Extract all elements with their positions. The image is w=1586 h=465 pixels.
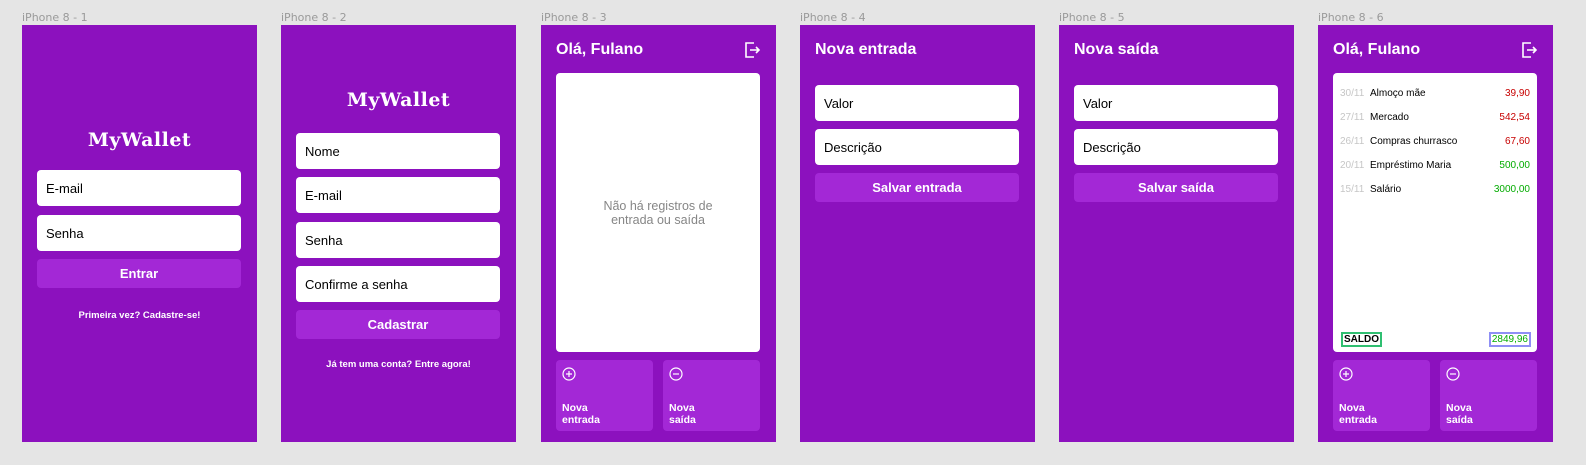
logout-icon[interactable] [743,41,761,59]
name-input[interactable]: Nome [296,133,500,169]
empty-message-line1: Não há registros de [603,199,713,213]
empty-message-line2: entrada ou saída [611,213,705,227]
record-date: 15/11 [1340,183,1365,195]
new-exit-line2: saída [669,414,696,426]
record-date: 26/11 [1340,135,1365,147]
record-value: 39,90 [1504,87,1530,99]
new-exit-screen: Nova saída Valor Descrição Salvar saída [1059,25,1294,442]
record-date: 30/11 [1340,87,1365,99]
frame-label-4: iPhone 8 - 4 [800,11,866,24]
balance-value: 2849,96 [1488,332,1531,347]
password-input[interactable]: Senha [37,215,241,251]
new-entry-button[interactable]: Nova entrada [1333,360,1430,431]
record-date: 27/11 [1340,111,1365,123]
signup-button[interactable]: Cadastrar [296,310,500,339]
new-entry-label: Nova entrada [1339,402,1419,426]
home-empty-screen: Olá, Fulano Não há registros de entrada … [541,25,776,442]
record-value: 3000,00 [1493,183,1530,195]
login-button[interactable]: Entrar [37,259,241,288]
greeting-title: Olá, Fulano [556,41,644,58]
records-panel: 30/11 Almoço mãe 39,90 27/11 Mercado 542… [1333,73,1537,352]
new-exit-button[interactable]: Nova saída [663,360,760,431]
record-description: Salário [1370,183,1402,195]
new-exit-line1: Nova [1446,402,1472,414]
password-input[interactable]: Senha [296,222,500,258]
record-value: 500,00 [1499,159,1530,171]
description-input[interactable]: Descrição [815,129,1019,165]
record-row: 30/11 Almoço mãe 39,90 [1340,86,1530,100]
page-title: Nova saída [1074,41,1159,58]
record-description: Compras churrasco [1370,135,1458,147]
new-exit-line2: saída [1446,414,1473,426]
email-input[interactable]: E-mail [296,177,500,213]
new-exit-label: Nova saída [669,402,749,426]
record-value: 67,60 [1504,135,1530,147]
greeting-title: Olá, Fulano [1333,41,1421,58]
record-row: 20/11 Empréstimo Maria 500,00 [1340,158,1530,172]
record-row: 27/11 Mercado 542,54 [1340,110,1530,124]
record-row: 15/11 Salário 3000,00 [1340,182,1530,196]
minus-circle-icon [669,367,683,381]
new-exit-label: Nova saída [1446,402,1526,426]
app-logo: MyWallet [87,129,192,151]
frame-label-6: iPhone 8 - 6 [1318,11,1384,24]
signup-link[interactable]: Primeira vez? Cadastre-se! [22,310,257,321]
value-input[interactable]: Valor [1074,85,1278,121]
record-row: 26/11 Compras churrasco 67,60 [1340,134,1530,148]
save-exit-button[interactable]: Salvar saída [1074,173,1278,202]
login-link[interactable]: Já tem uma conta? Entre agora! [281,359,516,370]
new-entry-line2: entrada [1339,414,1377,426]
empty-message: Não há registros de entrada ou saída [556,199,760,227]
description-input[interactable]: Descrição [1074,129,1278,165]
email-input[interactable]: E-mail [37,170,241,206]
page-title: Nova entrada [815,41,917,58]
record-description: Empréstimo Maria [1370,159,1452,171]
save-entry-button[interactable]: Salvar entrada [815,173,1019,202]
new-entry-line1: Nova [1339,402,1365,414]
frame-label-5: iPhone 8 - 5 [1059,11,1125,24]
frame-label-3: iPhone 8 - 3 [541,11,607,24]
logout-icon[interactable] [1520,41,1538,59]
records-panel: Não há registros de entrada ou saída [556,73,760,352]
record-date: 20/11 [1340,159,1365,171]
new-entry-line2: entrada [562,414,600,426]
minus-circle-icon [1446,367,1460,381]
confirm-password-input[interactable]: Confirme a senha [296,266,500,302]
record-value: 542,54 [1499,111,1530,123]
signup-screen: MyWallet Nome E-mail Senha Confirme a se… [281,25,516,442]
app-logo: MyWallet [346,89,451,111]
new-entry-screen: Nova entrada Valor Descrição Salvar entr… [800,25,1035,442]
frame-label-2: iPhone 8 - 2 [281,11,347,24]
new-exit-line1: Nova [669,402,695,414]
login-screen: MyWallet E-mail Senha Entrar Primeira ve… [22,25,257,442]
new-entry-label: Nova entrada [562,402,642,426]
new-entry-line1: Nova [562,402,588,414]
balance-label: SALDO [1341,332,1382,347]
home-records-screen: Olá, Fulano 30/11 Almoço mãe 39,90 27/11… [1318,25,1553,442]
plus-circle-icon [562,367,576,381]
new-exit-button[interactable]: Nova saída [1440,360,1537,431]
value-input[interactable]: Valor [815,85,1019,121]
record-description: Mercado [1370,111,1409,123]
frame-label-1: iPhone 8 - 1 [22,11,88,24]
record-description: Almoço mãe [1370,87,1426,99]
new-entry-button[interactable]: Nova entrada [556,360,653,431]
plus-circle-icon [1339,367,1353,381]
